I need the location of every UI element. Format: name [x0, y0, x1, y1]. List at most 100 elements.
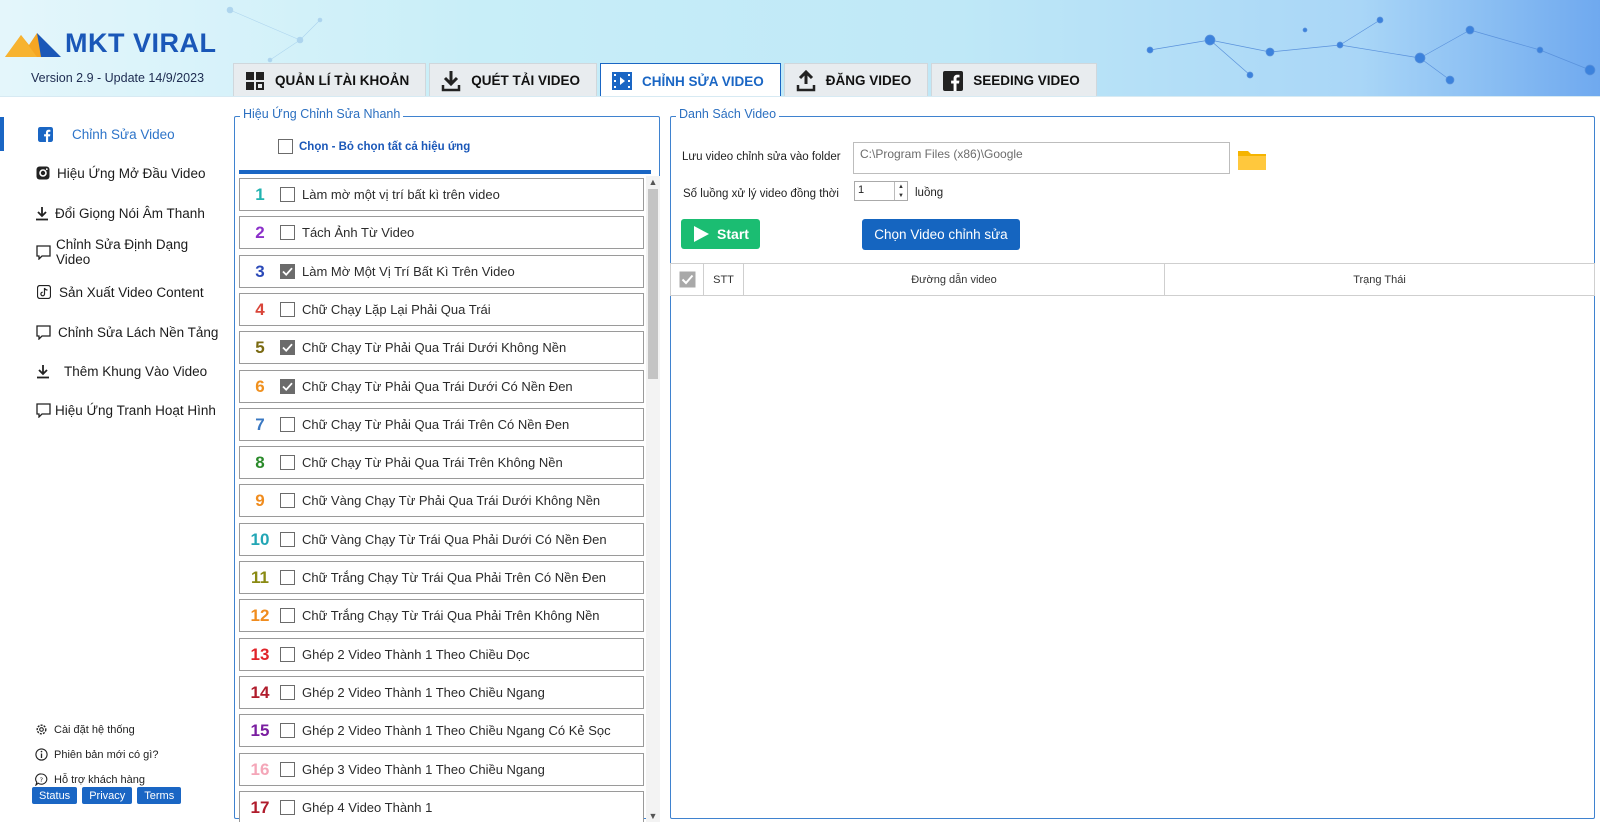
whats-new-link[interactable]: Phiên bản mới có gì?	[35, 748, 158, 761]
effect-row[interactable]: 11 Chữ Trắng Chạy Từ Trái Qua Phải Trên C…	[239, 561, 644, 594]
effect-number: 10	[250, 529, 270, 549]
scroll-thumb[interactable]	[648, 189, 658, 379]
effect-checkbox[interactable]	[280, 647, 295, 662]
effect-checkbox-checked[interactable]	[280, 264, 295, 279]
sidebar-item-content-production[interactable]: Sản Xuất Video Content	[0, 275, 225, 309]
effect-row[interactable]: 14 Ghép 2 Video Thành 1 Theo Chiều Ngang	[239, 676, 644, 709]
scroll-down-arrow-icon[interactable]: ▼	[646, 810, 660, 822]
effect-checkbox[interactable]	[280, 762, 295, 777]
threads-stepper[interactable]: 1 ▲ ▼	[854, 181, 908, 201]
column-header-video-path[interactable]: Đường dẫn video	[744, 264, 1165, 295]
sidebar-item-edit-video[interactable]: Chỉnh Sửa Video	[0, 117, 225, 151]
effect-row[interactable]: 3 Làm Mờ Một Vị Trí Bất Kì Trên Video	[239, 255, 644, 288]
sidebar-item-voice-change[interactable]: Đổi Giọng Nói Âm Thanh	[0, 196, 225, 230]
column-header-status[interactable]: Trạng Thái	[1165, 264, 1594, 295]
sidebar-item-label: Sản Xuất Video Content	[59, 284, 204, 300]
sidebar-item-add-frame[interactable]: Thêm Khung Vào Video	[0, 354, 225, 388]
checkbox-checked-icon[interactable]	[679, 271, 696, 288]
svg-text:?: ?	[40, 776, 43, 784]
tab-account-management[interactable]: QUẢN LÍ TÀI KHOẢN	[233, 63, 427, 96]
sidebar-item-platform-bypass[interactable]: Chỉnh Sửa Lách Nền Tảng	[0, 315, 225, 349]
gear-icon	[35, 723, 48, 736]
effect-label: Chữ Trắng Chạy Từ Trái Qua Phải Trên Có …	[302, 570, 607, 585]
effect-row[interactable]: 4 Chữ Chạy Lặp Lại Phải Qua Trái	[239, 293, 644, 326]
effect-checkbox-checked[interactable]	[280, 379, 295, 394]
effect-row[interactable]: 2 Tách Ảnh Từ Video	[239, 216, 644, 249]
effect-row[interactable]: 8 Chữ Chạy Từ Phải Qua Trái Trên Không Nề…	[239, 446, 644, 479]
sidebar-item-label: Thêm Khung Vào Video	[64, 363, 208, 379]
privacy-badge[interactable]: Privacy	[82, 787, 133, 804]
effect-number: 7	[255, 414, 265, 434]
effect-row[interactable]: 12 Chữ Trắng Chạy Từ Trái Qua Phải Trên K…	[239, 599, 644, 632]
effect-checkbox[interactable]	[280, 723, 295, 738]
sidebar-item-cartoon-effects[interactable]: Hiệu Ứng Tranh Hoạt Hình	[0, 393, 225, 427]
start-button[interactable]: Start	[681, 219, 760, 249]
effect-checkbox[interactable]	[280, 302, 295, 317]
effect-row[interactable]: 15 Ghép 2 Video Thành 1 Theo Chiều Ngang …	[239, 714, 644, 747]
effect-row[interactable]: 13 Ghép 2 Video Thành 1 Theo Chiều Dọc	[239, 638, 644, 671]
grid-select-all-cell[interactable]	[671, 264, 704, 295]
stepper-down-icon[interactable]: ▼	[894, 191, 907, 200]
sidebar-item-format-edit[interactable]: Chỉnh Sửa Định Dạng Video	[0, 235, 225, 269]
effect-checkbox[interactable]	[280, 225, 295, 240]
effect-checkbox[interactable]	[280, 493, 295, 508]
column-header-stt[interactable]: STT	[704, 264, 744, 295]
effect-row[interactable]: 9 Chữ Vàng Chạy Từ Phải Qua Trái Dưới Khô…	[239, 484, 644, 517]
folder-icon[interactable]	[1237, 147, 1267, 176]
effect-number: 1	[255, 184, 265, 204]
tab-edit-video[interactable]: CHỈNH SỬA VIDEO	[600, 63, 781, 96]
system-settings-link[interactable]: Cài đặt hệ thống	[35, 723, 135, 736]
tab-seeding-video[interactable]: SEEDING VIDEO	[931, 63, 1097, 96]
effect-row[interactable]: 7 Chữ Chạy Từ Phải Qua Trái Trên Có Nền Đ…	[239, 408, 644, 441]
effect-checkbox[interactable]	[280, 417, 295, 432]
select-all-checkbox[interactable]	[278, 139, 293, 154]
effect-row[interactable]: 6 Chữ Chạy Từ Phải Qua Trái Dưới Có Nền Đ…	[239, 370, 644, 403]
effect-label: Làm mờ một vị trí bất kì trên video	[302, 187, 500, 202]
start-button-label: Start	[717, 226, 749, 242]
effect-checkbox[interactable]	[280, 455, 295, 470]
footer-badges: Status Privacy Terms	[32, 787, 186, 804]
effect-row[interactable]: 1 Làm mờ một vị trí bất kì trên video	[239, 178, 644, 211]
effect-number: 3	[255, 261, 265, 281]
effect-number: 13	[250, 644, 270, 664]
download-icon	[35, 363, 51, 379]
select-all-label: Chọn - Bỏ chọn tất cả hiệu ứng	[299, 140, 471, 153]
select-all-effects-toggle[interactable]: Chọn - Bỏ chọn tất cả hiệu ứng	[278, 139, 470, 154]
effect-checkbox[interactable]	[280, 800, 295, 815]
choose-video-button[interactable]: Chọn Video chỉnh sửa	[862, 219, 1020, 250]
tab-label: CHỈNH SỬA VIDEO	[642, 73, 764, 89]
scroll-up-arrow-icon[interactable]: ▲	[646, 176, 660, 188]
effect-row[interactable]: 5 Chữ Chạy Từ Phải Qua Trái Dưới Không Nề…	[239, 331, 644, 364]
facebook-icon	[942, 70, 964, 92]
effect-checkbox[interactable]	[280, 187, 295, 202]
sidebar-item-intro-effects[interactable]: Hiệu Ứng Mở Đầu Video	[0, 156, 225, 190]
footer-link-label: Hỗ trợ khách hàng	[54, 773, 145, 786]
effect-checkbox[interactable]	[280, 570, 295, 585]
effect-checkbox-checked[interactable]	[280, 340, 295, 355]
effect-row[interactable]: 17 Ghép 4 Video Thành 1	[239, 791, 644, 822]
stepper-up-icon[interactable]: ▲	[894, 182, 907, 191]
footer-link-label: Phiên bản mới có gì?	[54, 748, 159, 761]
effect-checkbox[interactable]	[280, 608, 295, 623]
video-list-groupbox	[670, 116, 1595, 819]
effect-label: Chữ Chạy Lặp Lại Phải Qua Trái	[302, 302, 491, 317]
customer-support-link[interactable]: ? Hỗ trợ khách hàng	[35, 773, 145, 786]
effect-checkbox[interactable]	[280, 532, 295, 547]
effect-number: 17	[250, 797, 270, 817]
chat-help-icon: ?	[35, 773, 48, 786]
footer-link-label: Cài đặt hệ thống	[54, 723, 135, 736]
effects-scrollbar[interactable]: ▲ ▼	[646, 176, 660, 822]
terms-badge[interactable]: Terms	[137, 787, 182, 804]
effect-checkbox[interactable]	[280, 685, 295, 700]
status-badge[interactable]: Status	[32, 787, 78, 804]
tab-scan-download[interactable]: QUÉT TẢI VIDEO	[429, 63, 598, 96]
download-icon	[34, 205, 50, 221]
effect-row[interactable]: 16 Ghép 3 Video Thành 1 Theo Chiều Ngang	[239, 753, 644, 786]
output-folder-input[interactable]: C:\Program Files (x86)\Google	[853, 142, 1230, 174]
tab-post-video[interactable]: ĐĂNG VIDEO	[783, 63, 929, 96]
download-icon	[440, 70, 462, 92]
effects-list: 1 Làm mờ một vị trí bất kì trên video 2 Tác…	[239, 178, 644, 822]
output-folder-label: Lưu video chỉnh sửa vào folder	[682, 151, 841, 163]
effect-row[interactable]: 10 Chữ Vàng Chạy Từ Trái Qua Phải Dưới Có…	[239, 523, 644, 556]
effect-label: Ghép 4 Video Thành 1	[302, 800, 433, 815]
